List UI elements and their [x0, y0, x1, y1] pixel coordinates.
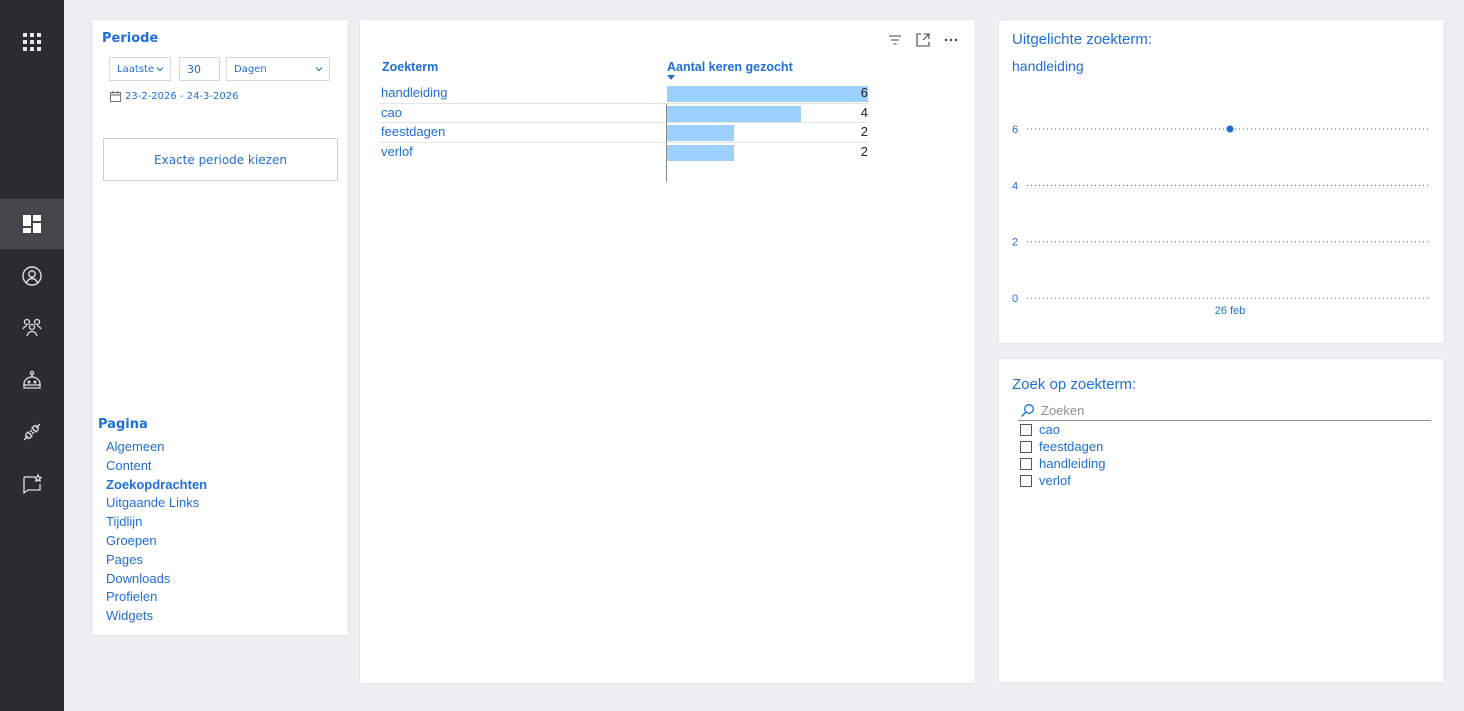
option-label: feestdagen: [1039, 439, 1104, 454]
trend-chart: 0 2 4 6 26 feb: [1012, 124, 1429, 317]
date-range-text: 23-2-2026 - 24-3-2026: [125, 91, 239, 102]
periode-panel: Periode Laatste 30 Dagen 23-2-2026 - 24-…: [92, 20, 348, 635]
unit-value: Dagen: [234, 63, 267, 75]
term-filter-panel: Zoek op zoekterm: cao feestdagen handlei…: [999, 359, 1444, 682]
bar-axis-line: [666, 104, 667, 182]
search-terms-table-panel: Zoekterm Aantal keren gezocht handleidin…: [360, 20, 975, 683]
plug-icon[interactable]: [0, 407, 64, 457]
filter-option-feestdagen[interactable]: feestdagen: [1020, 438, 1103, 455]
date-range: 23-2-2026 - 24-3-2026: [110, 91, 238, 102]
table-row[interactable]: cao 4: [380, 104, 868, 124]
term-cell[interactable]: verlof: [381, 144, 413, 159]
pagina-title: Pagina: [98, 417, 148, 432]
filter-option-cao[interactable]: cao: [1020, 421, 1060, 438]
nav-item-algemeen[interactable]: Algemeen: [106, 438, 207, 457]
nav-item-zoekopdrachten[interactable]: Zoekopdrachten: [106, 476, 207, 495]
table-row[interactable]: feestdagen 2: [380, 123, 868, 144]
nav-item-widgets[interactable]: Widgets: [106, 607, 207, 626]
range-mode-select[interactable]: Laatste: [109, 57, 171, 81]
focus-mode-icon[interactable]: [915, 32, 931, 48]
chevron-down-icon: [156, 67, 164, 72]
amount-value: 30: [187, 62, 201, 76]
user-icon[interactable]: [0, 251, 64, 301]
term-cell[interactable]: feestdagen: [381, 124, 445, 139]
periode-title: Periode: [102, 31, 159, 46]
more-options-icon[interactable]: [943, 32, 959, 48]
filter-title: Zoek op zoekterm:: [1012, 376, 1137, 393]
y-tick-label: 6: [1012, 124, 1018, 136]
chevron-down-icon: [315, 67, 323, 72]
column-header-term[interactable]: Zoekterm: [382, 60, 438, 74]
option-label: handleiding: [1039, 456, 1106, 471]
y-tick-label: 0: [1012, 293, 1018, 305]
checkbox[interactable]: [1020, 457, 1032, 470]
count-value: 2: [860, 144, 868, 160]
visual-toolbar: [887, 32, 959, 48]
column-header-count[interactable]: Aantal keren gezocht: [667, 60, 793, 74]
calendar-icon: [110, 91, 121, 102]
checkbox[interactable]: [1020, 423, 1032, 436]
exact-period-button[interactable]: Exacte periode kiezen: [103, 138, 338, 181]
count-bar: [667, 105, 801, 122]
nav-item-profielen[interactable]: Profielen: [106, 588, 207, 607]
feedback-icon[interactable]: [0, 459, 64, 509]
x-tick-label: 26 feb: [1215, 305, 1246, 317]
filter-option-handleiding[interactable]: handleiding: [1020, 455, 1106, 472]
unit-select[interactable]: Dagen: [226, 57, 330, 81]
count-bar: [667, 86, 868, 102]
groups-icon[interactable]: [0, 302, 64, 352]
left-rail: [0, 0, 64, 711]
sort-desc-icon: [667, 75, 675, 80]
nav-item-groepen[interactable]: Groepen: [106, 532, 207, 551]
nav-item-pages[interactable]: Pages: [106, 551, 207, 570]
count-value: 6: [860, 85, 868, 100]
count-bar: [667, 145, 734, 162]
table-row[interactable]: handleiding 6: [380, 84, 868, 104]
count-value: 4: [860, 104, 868, 120]
y-tick-label: 4: [1012, 180, 1018, 192]
count-bar: [667, 125, 734, 142]
nav-item-content[interactable]: Content: [106, 457, 207, 476]
bot-icon[interactable]: [0, 355, 64, 405]
data-point[interactable]: [1226, 125, 1234, 133]
pagina-nav: Algemeen Content Zoekopdrachten Uitgaand…: [106, 438, 207, 626]
checkbox[interactable]: [1020, 474, 1032, 487]
count-value: 2: [860, 124, 868, 140]
nav-item-tijdlijn[interactable]: Tijdlijn: [106, 513, 207, 532]
nav-item-uitgaande-links[interactable]: Uitgaande Links: [106, 494, 207, 513]
table-row[interactable]: verlof 2: [380, 143, 868, 163]
filter-option-verlof[interactable]: verlof: [1020, 472, 1071, 489]
search-input[interactable]: [1041, 403, 1421, 418]
y-tick-label: 2: [1012, 237, 1018, 249]
checkbox[interactable]: [1020, 440, 1032, 453]
nav-item-downloads[interactable]: Downloads: [106, 570, 207, 589]
amount-input[interactable]: 30: [179, 57, 220, 81]
term-cell[interactable]: handleiding: [381, 85, 448, 100]
term-cell[interactable]: cao: [381, 105, 402, 120]
apps-grid-icon[interactable]: [0, 17, 64, 67]
range-mode-value: Laatste: [117, 63, 155, 75]
search-field[interactable]: [1018, 401, 1431, 421]
dashboard-icon[interactable]: [0, 199, 64, 249]
filter-icon[interactable]: [887, 32, 903, 48]
option-label: cao: [1039, 422, 1060, 437]
option-label: verlof: [1039, 473, 1071, 488]
highlighted-term-panel: Uitgelichte zoekterm: handleiding 0 2 4 6 26…: [999, 20, 1444, 343]
search-icon: [1021, 404, 1034, 417]
